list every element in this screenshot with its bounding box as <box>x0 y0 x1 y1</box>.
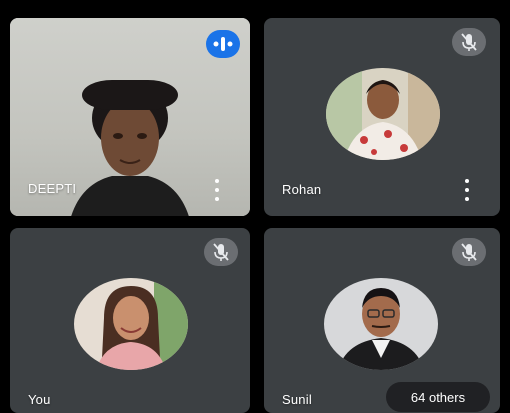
participant-grid: DEEPTI Rohan You Sunil 64 others <box>0 0 510 413</box>
avatar <box>324 278 438 370</box>
mic-off-icon <box>204 238 238 266</box>
avatar <box>326 68 440 160</box>
others-count-button[interactable]: 64 others <box>386 382 490 412</box>
participant-name: DEEPTI <box>28 181 77 196</box>
mic-off-icon <box>452 238 486 266</box>
participant-name: Sunil <box>282 392 312 407</box>
more-vert-icon[interactable] <box>460 179 474 201</box>
avatar <box>74 278 188 370</box>
participant-tile-you[interactable]: You <box>10 228 250 413</box>
participant-tile-deepti[interactable]: DEEPTI <box>10 18 250 216</box>
mic-off-icon <box>452 28 486 56</box>
participant-video-person <box>71 80 189 216</box>
audio-level-icon <box>206 30 240 58</box>
participant-name: Rohan <box>282 182 322 197</box>
participant-tile-rohan[interactable]: Rohan <box>264 18 500 216</box>
more-vert-icon[interactable] <box>210 179 224 201</box>
participant-name: You <box>28 392 51 407</box>
